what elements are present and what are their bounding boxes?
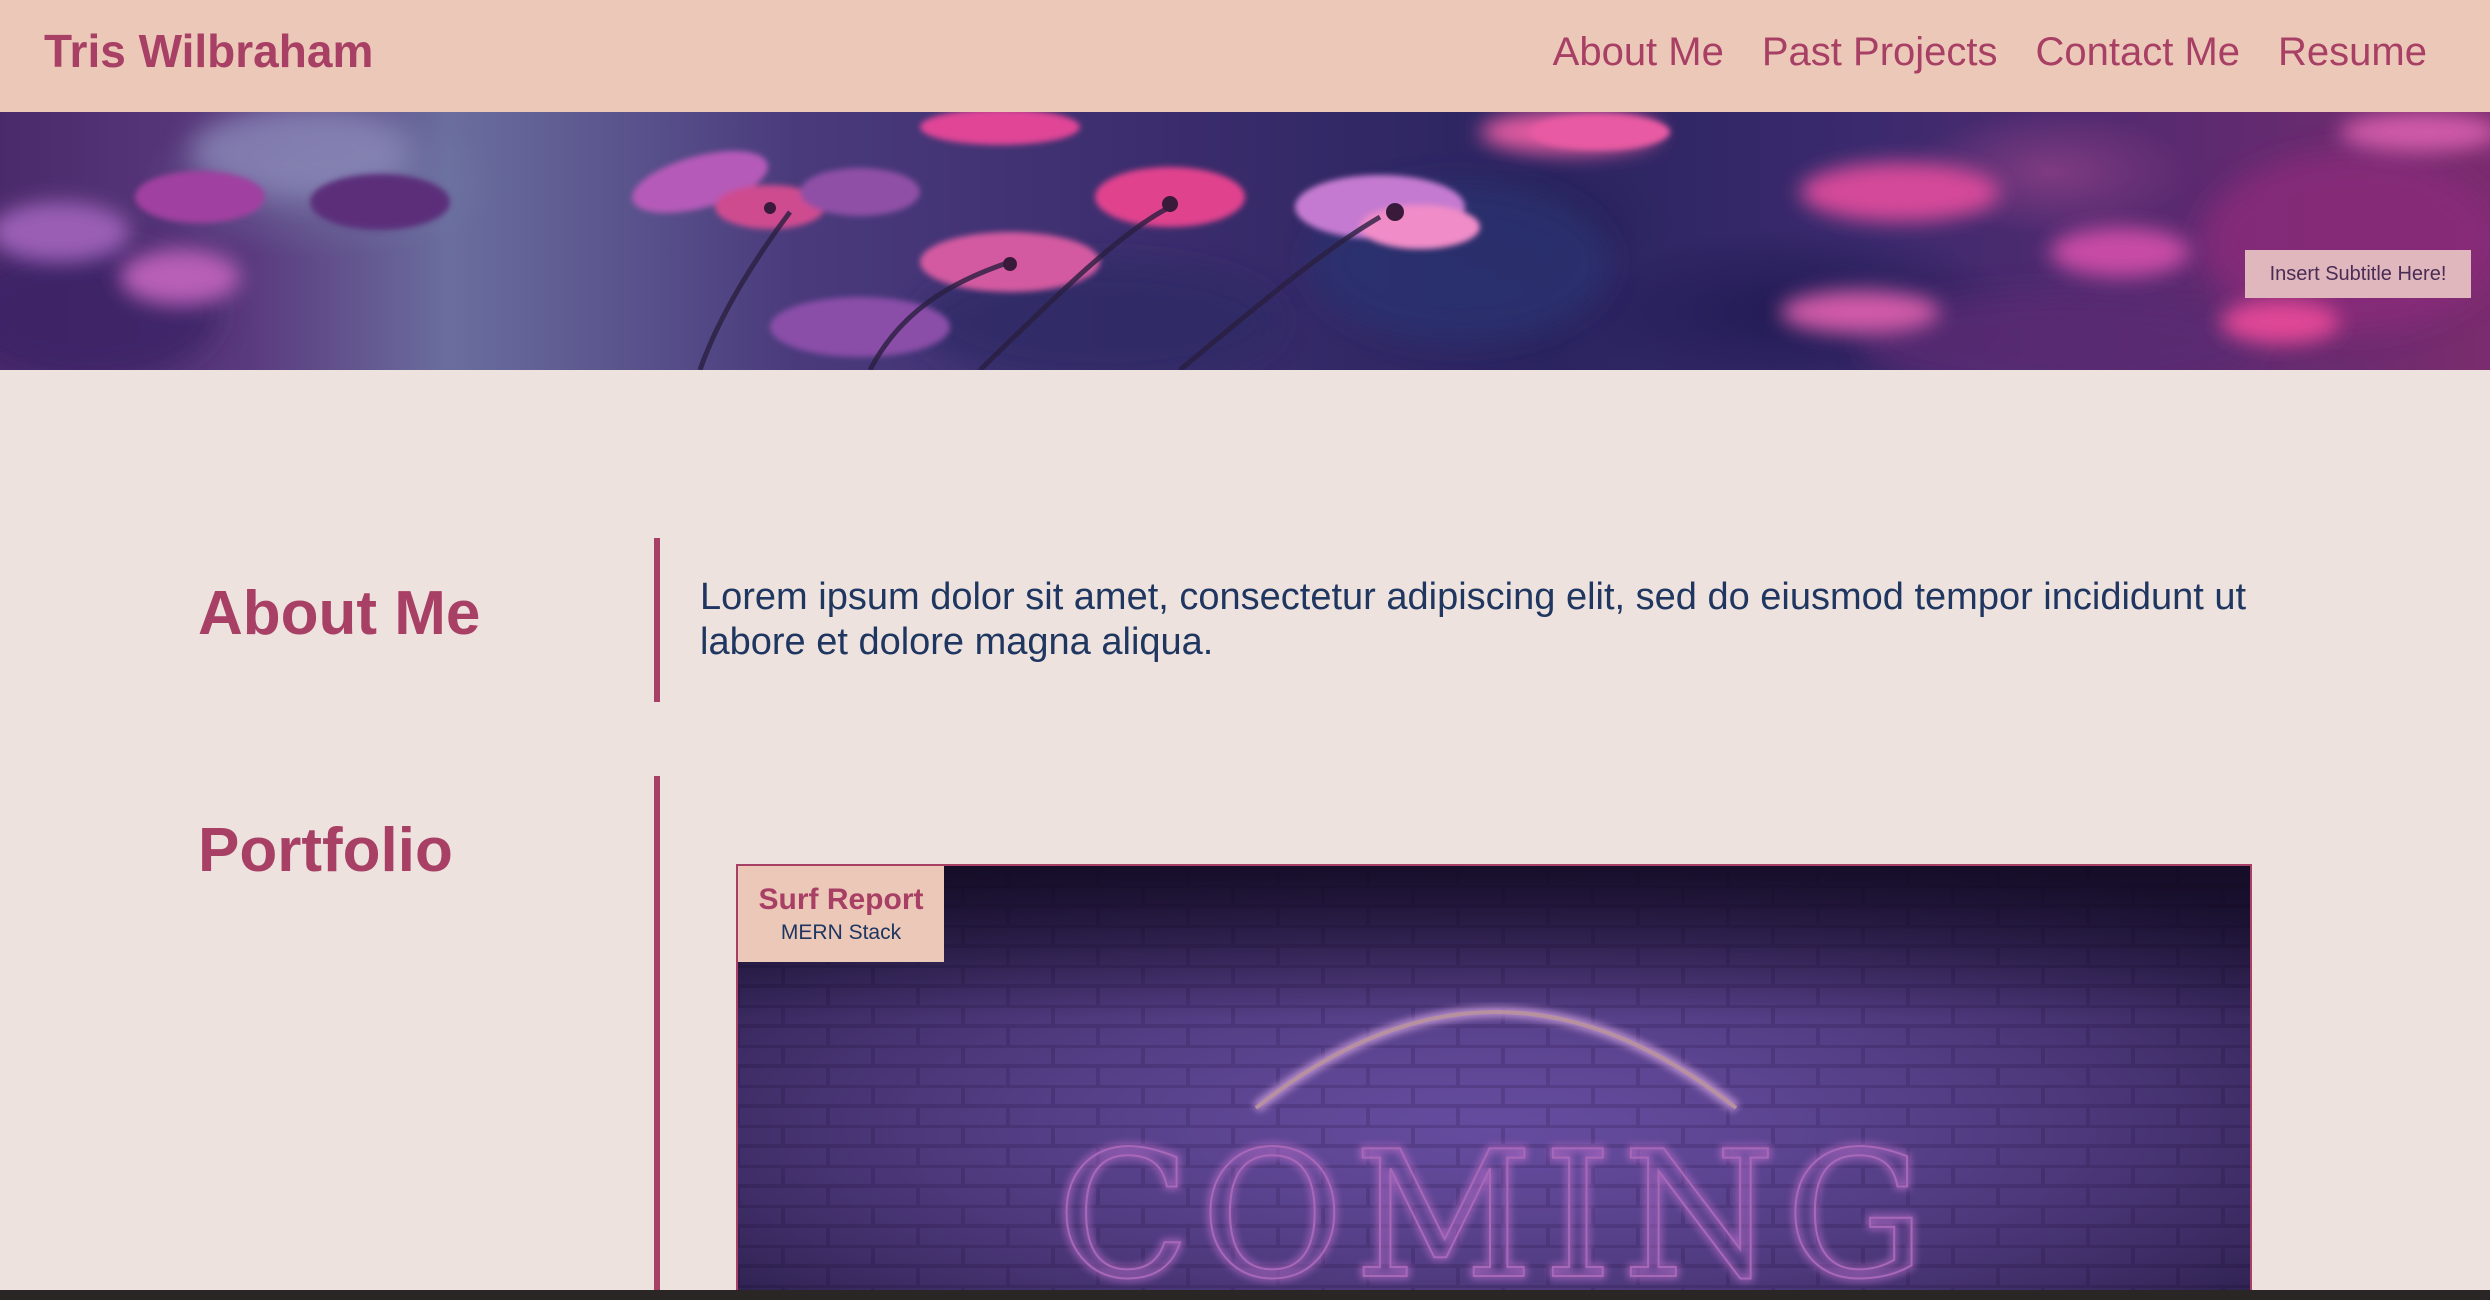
main-nav: About Me Past Projects Contact Me Resume: [1553, 30, 2427, 75]
portfolio-heading: Portfolio: [198, 816, 453, 885]
project-card-surf-report[interactable]: COMING COMING Surf Report MERN Stack: [736, 864, 2252, 1300]
portfolio-divider: [654, 776, 660, 1290]
about-me-heading: About Me: [198, 579, 481, 648]
nav-link-about-me[interactable]: About Me: [1553, 30, 1724, 75]
hero-banner: Insert Subtitle Here!: [0, 112, 2490, 370]
nav-link-contact-me[interactable]: Contact Me: [2036, 30, 2241, 75]
site-header: Tris Wilbraham About Me Past Projects Co…: [0, 0, 2490, 112]
nav-link-past-projects[interactable]: Past Projects: [1762, 30, 1998, 75]
nav-link-resume[interactable]: Resume: [2278, 30, 2427, 75]
subtitle-button[interactable]: Insert Subtitle Here!: [2245, 250, 2471, 298]
project-label: Surf Report MERN Stack: [738, 866, 944, 962]
project-image-coming-soon: COMING COMING: [738, 866, 2250, 1300]
neon-coming-text-outline: COMING: [1057, 1115, 1936, 1300]
project-title: Surf Report: [758, 883, 924, 916]
project-stack: MERN Stack: [780, 921, 902, 944]
bottom-edge: [0, 1290, 2490, 1300]
site-brand[interactable]: Tris Wilbraham: [44, 24, 373, 78]
about-me-text: Lorem ipsum dolor sit amet, consectetur …: [700, 576, 2247, 663]
about-divider: [654, 538, 660, 702]
hero-flowers-image: [0, 112, 2490, 370]
